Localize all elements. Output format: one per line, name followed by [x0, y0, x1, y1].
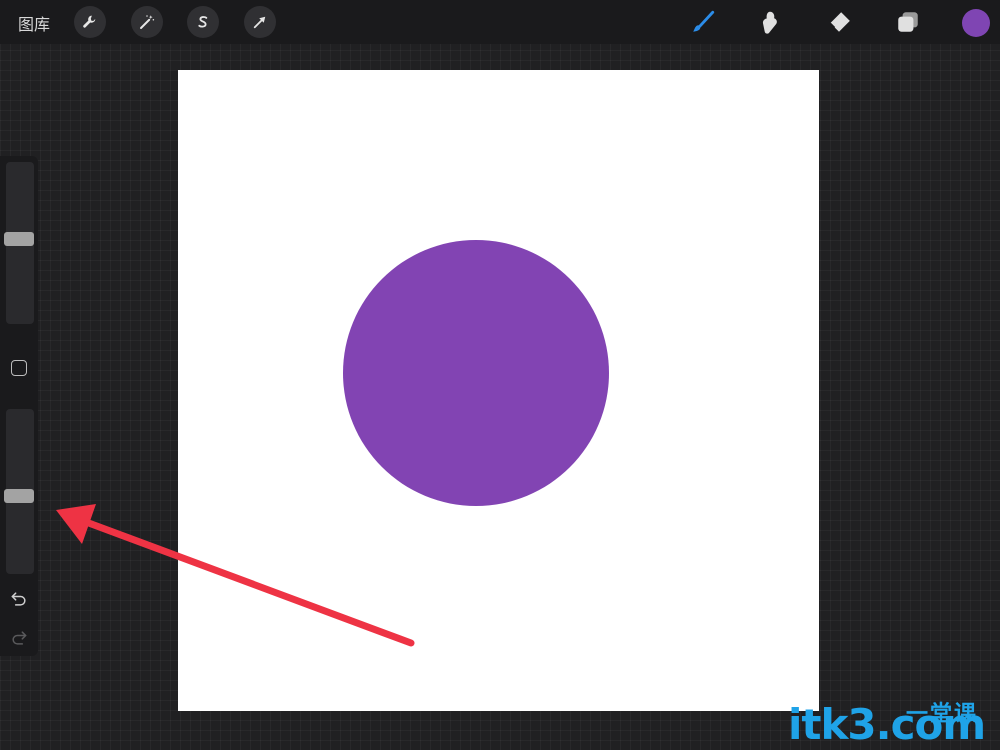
selection-button[interactable] [187, 6, 219, 38]
selection-s-icon [198, 16, 208, 28]
layers-icon [898, 12, 918, 32]
opacity-slider[interactable] [4, 409, 34, 574]
brush-size-thumb[interactable] [4, 232, 34, 246]
redo-button[interactable] [9, 628, 29, 648]
color-picker-button[interactable] [962, 9, 990, 37]
smudge-tool[interactable] [755, 7, 785, 37]
actions-button[interactable] [74, 6, 106, 38]
site-watermark: itk3.com 一堂课 [788, 700, 986, 750]
side-bar [0, 156, 38, 656]
gallery-link[interactable]: 图库 [18, 11, 50, 35]
eraser-tool[interactable] [824, 7, 854, 37]
layers-button[interactable] [893, 7, 923, 37]
brush-icon [693, 10, 715, 32]
brush-size-slider[interactable] [4, 162, 34, 324]
magic-wand-icon [140, 15, 155, 29]
undo-icon [11, 592, 26, 606]
brush-tool[interactable] [688, 7, 718, 37]
top-toolbar: 图库 [0, 0, 1000, 44]
opacity-thumb[interactable] [4, 489, 34, 503]
wrench-icon [83, 15, 96, 28]
undo-button[interactable] [9, 589, 29, 609]
modify-button[interactable] [11, 360, 27, 376]
watermark-tag: 一堂课 [906, 702, 979, 727]
redo-icon [12, 631, 27, 645]
purple-circle-shape [343, 240, 609, 506]
transform-arrow-icon [253, 16, 266, 29]
transform-button[interactable] [244, 6, 276, 38]
procreate-workspace: 图库 itk3.com 一堂课 [0, 0, 1000, 750]
adjustments-button[interactable] [131, 6, 163, 38]
smudge-icon [762, 11, 777, 34]
eraser-icon [829, 12, 850, 32]
drawing-canvas[interactable] [178, 70, 819, 711]
